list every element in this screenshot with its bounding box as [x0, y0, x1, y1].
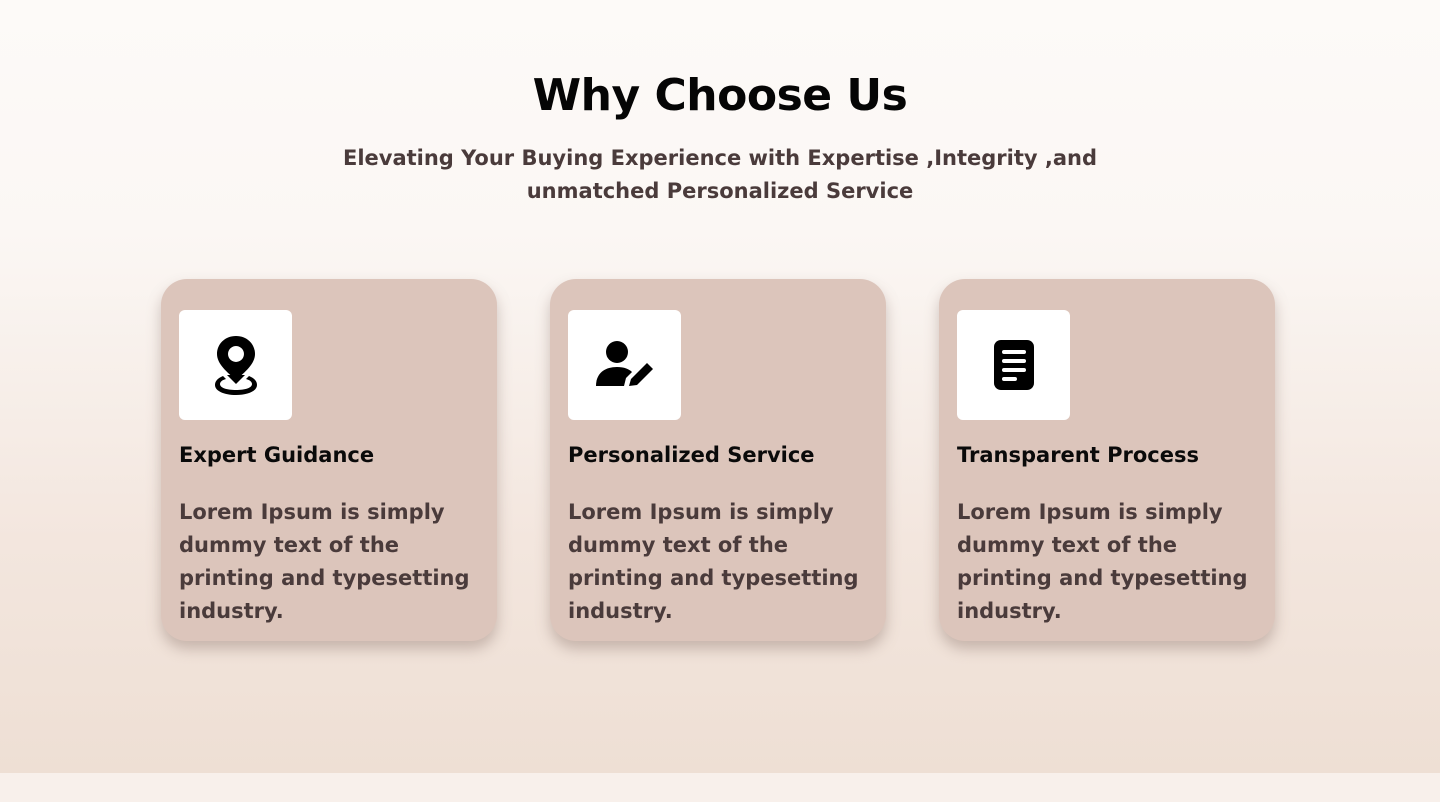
card-title: Expert Guidance	[179, 443, 375, 467]
feature-card-expert-guidance: Expert Guidance Lorem Ipsum is simply du…	[161, 279, 497, 641]
card-title: Personalized Service	[568, 443, 815, 467]
section-subtitle: Elevating Your Buying Experience with Ex…	[342, 146, 1098, 203]
document-icon	[957, 310, 1070, 420]
why-choose-us-section: Why Choose Us Elevating Your Buying Expe…	[0, 0, 1440, 773]
card-title: Transparent Process	[957, 443, 1199, 467]
footer-strip	[0, 773, 1440, 802]
feature-card-transparent-process: Transparent Process Lorem Ipsum is simpl…	[939, 279, 1275, 641]
feature-card-personalized-service: Personalized Service Lorem Ipsum is simp…	[550, 279, 886, 641]
card-description: Lorem Ipsum is simply dummy text of the …	[957, 500, 1248, 623]
location-pin-icon	[179, 310, 292, 420]
card-description: Lorem Ipsum is simply dummy text of the …	[179, 500, 470, 623]
user-edit-icon	[568, 310, 681, 420]
section-title: Why Choose Us	[532, 70, 908, 121]
card-description: Lorem Ipsum is simply dummy text of the …	[568, 500, 859, 623]
